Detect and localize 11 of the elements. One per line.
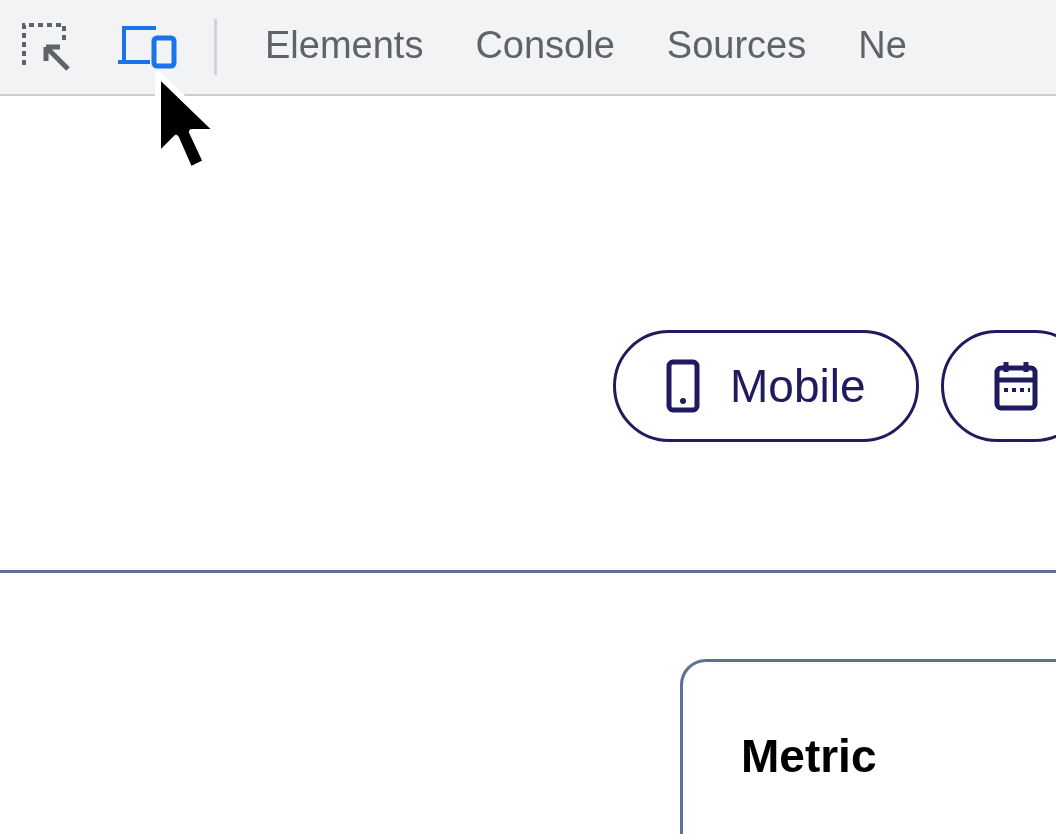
card-title: Metric [741, 729, 878, 784]
panel-tab[interactable]: Elements [247, 0, 442, 94]
phone-icon [666, 359, 700, 413]
calendar-icon [993, 360, 1038, 412]
mobile-button[interactable]: Mobile [613, 330, 919, 442]
panel-tab[interactable]: Ne [840, 0, 925, 94]
calendar-button[interactable] [940, 330, 1056, 442]
device-toggle-icon[interactable] [116, 24, 178, 70]
inspect-icon[interactable] [20, 21, 72, 73]
panel-tab[interactable]: Console [457, 0, 633, 94]
panel-tab[interactable]: Sources [648, 0, 825, 94]
